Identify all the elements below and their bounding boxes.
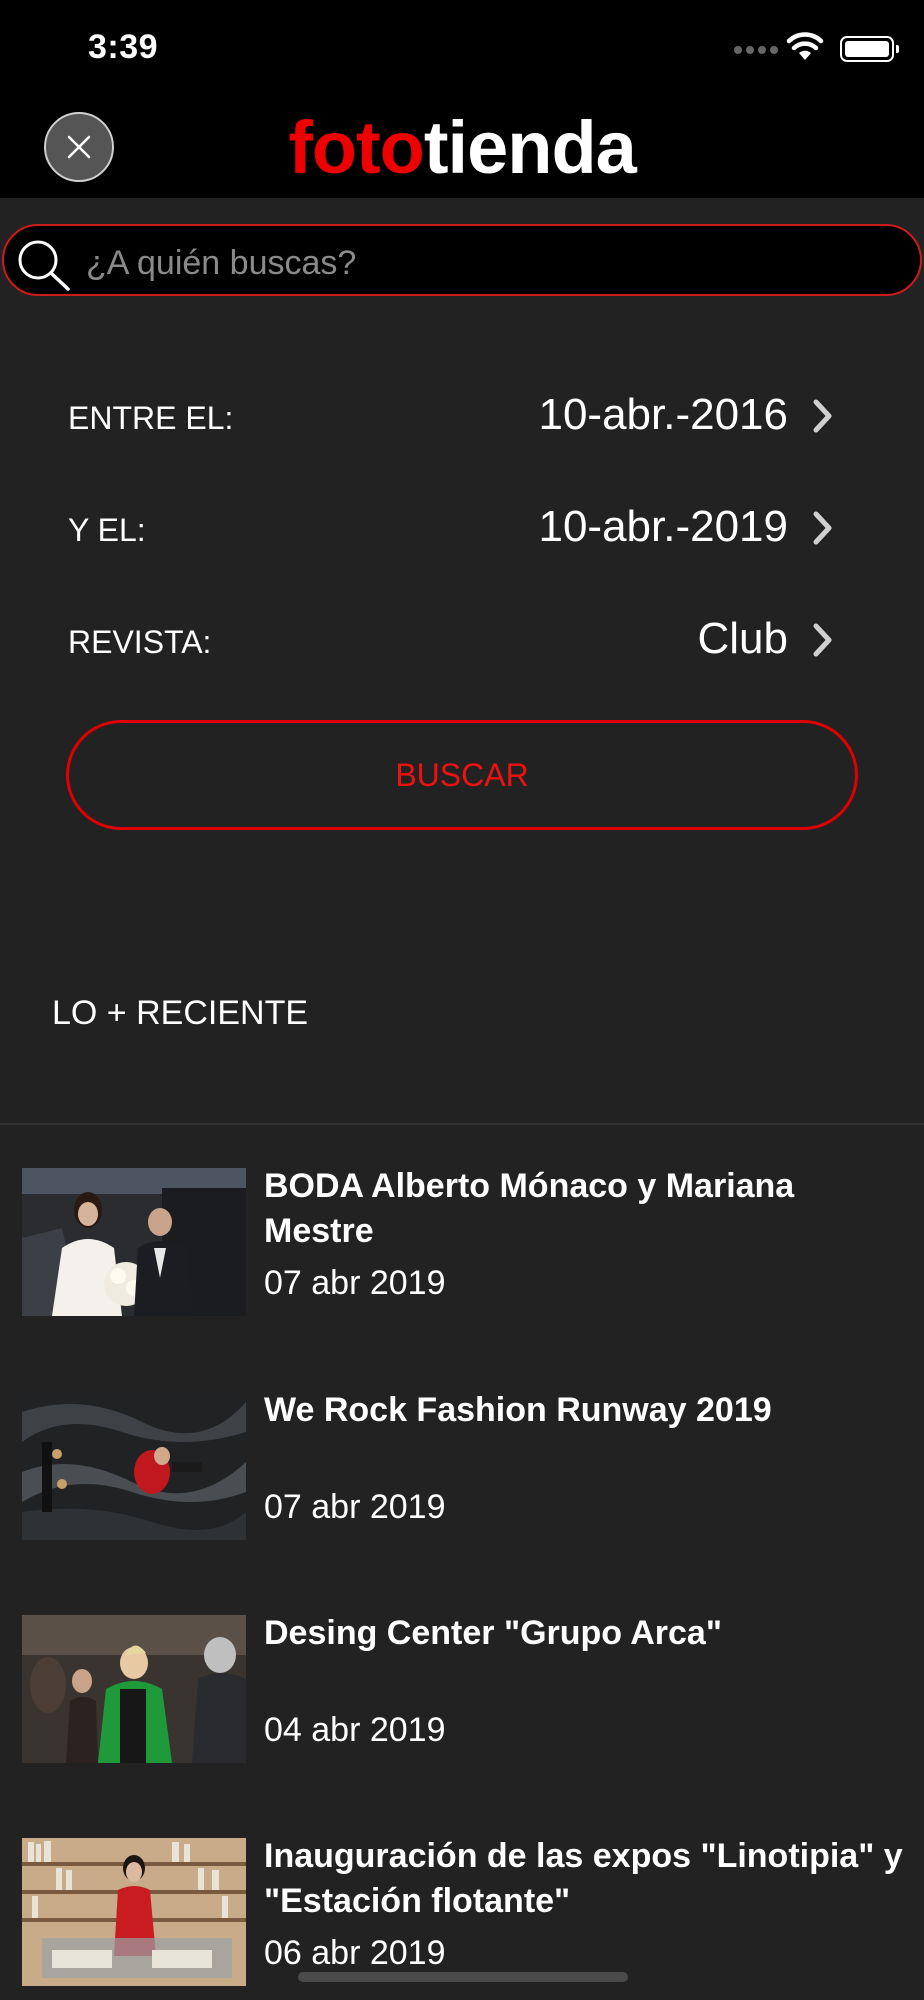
item-date: 07 abr 2019 [264, 1488, 446, 1526]
cellular-signal-icon [734, 46, 778, 54]
section-title: LO + RECIENTE [52, 994, 309, 1032]
filter-value: Club [697, 614, 789, 663]
item-title: Inauguración de las expos "Linotipia" y … [264, 1837, 903, 1920]
battery-icon [840, 36, 899, 62]
thumbnail-image [22, 1168, 246, 1316]
item-date: 06 abr 2019 [264, 1934, 446, 1972]
wifi-icon [786, 32, 824, 60]
filter-value: 10-abr.-2019 [538, 502, 788, 551]
filter-value: 10-abr.-2016 [538, 390, 788, 439]
search-button[interactable]: BUSCAR [66, 720, 858, 830]
filter-end-date[interactable]: Y EL: 10-abr.-2019 [66, 500, 846, 560]
status-icons [724, 30, 924, 70]
logo-part-tienda: tienda [423, 106, 637, 189]
app-logo: fototienda [0, 108, 924, 188]
chevron-right-icon [813, 511, 832, 545]
item-title: BODA Alberto Mónaco y Mariana Mestre [264, 1167, 795, 1250]
logo-part-foto: foto [288, 106, 425, 189]
search-input[interactable]: ¿A quién buscas? [2, 224, 922, 296]
filter-label: Y EL: [68, 512, 146, 548]
divider [0, 1123, 924, 1125]
status-time: 3:39 [88, 28, 159, 66]
filter-label: ENTRE EL: [68, 400, 234, 436]
list-item[interactable]: Desing Center "Grupo Arca" 04 abr 2019 [22, 1614, 902, 1795]
filter-magazine[interactable]: REVISTA: Club [66, 612, 846, 672]
item-date: 04 abr 2019 [264, 1711, 446, 1749]
thumbnail-image [22, 1838, 246, 1986]
home-indicator [298, 1972, 628, 1982]
chevron-right-icon [813, 399, 832, 433]
top-bar: 3:39 fototienda [0, 0, 924, 198]
thumbnail-image [22, 1615, 246, 1763]
list-item[interactable]: We Rock Fashion Runway 2019 07 abr 2019 [22, 1391, 902, 1572]
filter-label: REVISTA: [68, 624, 212, 660]
list-item[interactable]: BODA Alberto Mónaco y Mariana Mestre 07 … [22, 1167, 902, 1348]
search-icon [18, 240, 70, 291]
item-title: We Rock Fashion Runway 2019 [264, 1391, 772, 1429]
chevron-right-icon [813, 623, 832, 657]
search-placeholder: ¿A quién buscas? [86, 244, 357, 282]
item-title: Desing Center "Grupo Arca" [264, 1614, 722, 1652]
thumbnail-image [22, 1392, 246, 1540]
item-date: 07 abr 2019 [264, 1264, 446, 1302]
filter-start-date[interactable]: ENTRE EL: 10-abr.-2016 [66, 388, 846, 448]
